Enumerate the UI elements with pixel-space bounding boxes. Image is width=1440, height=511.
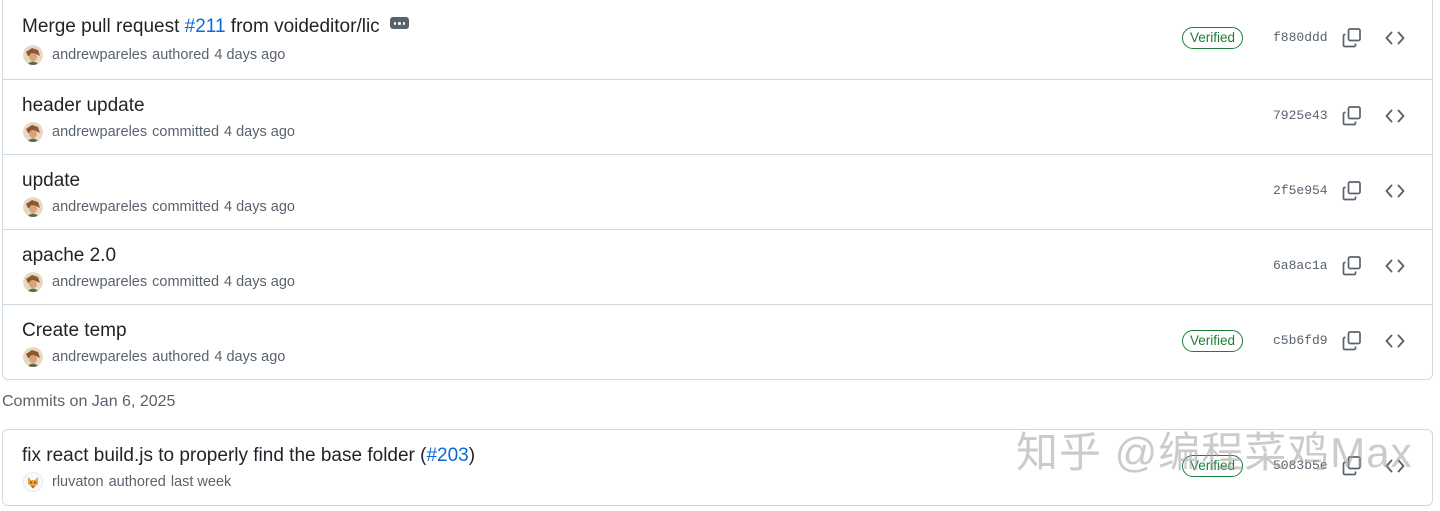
avatar[interactable] [23,45,43,65]
commit-action: authored [152,47,210,63]
commit-time: 4 days ago [224,124,295,140]
commit-row: Merge pull request #211 from voideditor/… [3,0,1432,79]
commit-action: authored [152,349,210,365]
commit-list-group: Merge pull request #211 from voideditor/… [2,0,1433,380]
commit-message[interactable]: apache 2.0 [22,244,116,268]
commit-date-header: Commits on Jan 6, 2025 [2,393,176,410]
commit-sha[interactable]: 7925e43 [1273,107,1328,125]
commit-meta: andrewpareles committed 4 days ago [23,272,295,292]
verified-badge[interactable]: Verified [1182,455,1244,477]
commit-author[interactable]: andrewpareles [52,348,147,366]
commit-author[interactable]: andrewpareles [52,273,147,291]
commit-row: update andrewpareles committed 4 days ag… [3,154,1432,229]
verified-badge[interactable]: Verified [1182,330,1244,352]
commit-sha[interactable]: 6a8ac1a [1273,257,1328,275]
commit-sha[interactable]: 5083b5e [1273,457,1328,475]
avatar[interactable] [23,122,43,142]
copy-icon[interactable] [1340,454,1364,478]
commit-row: fix react build.js to properly find the … [3,430,1432,505]
commit-sha[interactable]: c5b6fd9 [1273,332,1328,350]
commit-meta: andrewpareles committed 4 days ago [23,122,295,142]
commit-meta: andrewpareles authored 4 days ago [23,347,285,367]
commit-meta: rluvaton authored last week [23,472,231,492]
avatar[interactable] [23,272,43,292]
commit-author[interactable]: andrewpareles [52,123,147,141]
commit-message-text[interactable]: Merge pull request [22,16,185,37]
commit-message[interactable]: update [22,169,80,193]
pr-link[interactable]: #211 [185,16,226,37]
commit-action: committed [152,274,220,290]
verified-badge[interactable]: Verified [1182,27,1244,49]
commit-row: header update andrewpareles committed 4 … [3,79,1432,154]
commit-message-text[interactable]: from voideditor/lic [226,16,380,37]
copy-icon[interactable] [1340,254,1364,278]
code-icon[interactable] [1383,454,1407,478]
commit-message-text[interactable]: fix react build.js to properly find the … [22,445,426,466]
copy-icon[interactable] [1340,104,1364,128]
commit-author[interactable]: andrewpareles [52,198,147,216]
code-icon[interactable] [1383,254,1407,278]
code-icon[interactable] [1383,104,1407,128]
commit-time: 4 days ago [214,349,286,365]
code-icon[interactable] [1383,179,1407,203]
commit-time: last week [170,474,232,490]
copy-icon[interactable] [1340,26,1364,50]
commit-author[interactable]: rluvaton [52,473,104,491]
code-icon[interactable] [1383,26,1407,50]
commit-meta: andrewpareles committed 4 days ago [23,197,295,217]
commit-row: Create temp andrewpareles authored 4 day… [3,304,1432,379]
commit-sha[interactable]: f880ddd [1273,29,1328,47]
commit-action: authored [108,474,166,490]
expand-message-button[interactable] [389,17,409,29]
pr-link[interactable]: #203 [426,445,468,466]
copy-icon[interactable] [1340,179,1364,203]
commit-message[interactable]: Create temp [22,319,127,343]
avatar[interactable] [23,347,43,367]
commit-time: 4 days ago [224,199,295,215]
commit-meta: andrewpareles authored 4 days ago [23,45,285,65]
commit-author[interactable]: andrewpareles [52,46,147,64]
commit-action: committed [152,124,220,140]
commit-time: 4 days ago [224,274,295,290]
commit-message[interactable]: header update [22,94,145,118]
avatar[interactable] [23,472,43,492]
code-icon[interactable] [1383,329,1407,353]
commit-message-text[interactable]: ) [469,445,475,466]
commit-list-group: fix react build.js to properly find the … [2,429,1433,506]
commit-message[interactable]: Merge pull request #211 from voideditor/… [22,15,409,39]
avatar[interactable] [23,197,43,217]
commit-sha[interactable]: 2f5e954 [1273,182,1328,200]
copy-icon[interactable] [1340,329,1364,353]
commit-time: 4 days ago [214,47,286,63]
commit-row: apache 2.0 andrewpareles committed 4 day… [3,229,1432,304]
commit-message[interactable]: fix react build.js to properly find the … [22,444,475,468]
commit-action: committed [152,199,220,215]
